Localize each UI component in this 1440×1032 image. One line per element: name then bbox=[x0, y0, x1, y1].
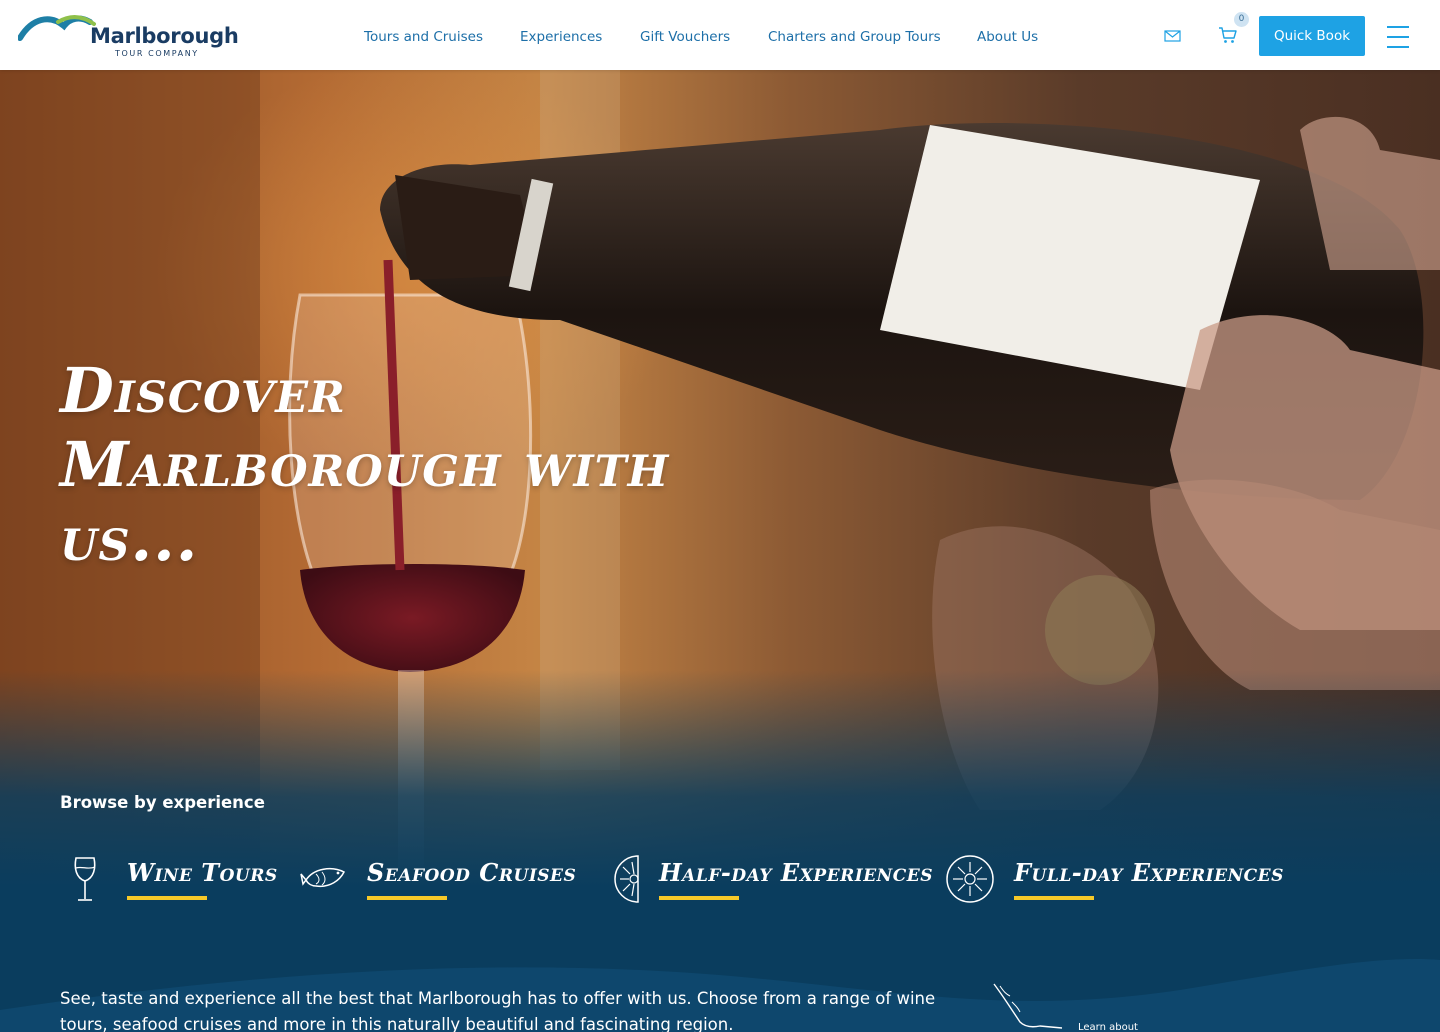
hero-title-line-1: Discover bbox=[60, 354, 346, 427]
fish-icon bbox=[300, 862, 348, 898]
half-sun-icon bbox=[612, 854, 642, 908]
experience-underline bbox=[367, 896, 447, 900]
hero-section: Discover Marlborough with us... Browse b… bbox=[0, 70, 1440, 1032]
quick-book-button[interactable]: Quick Book bbox=[1259, 16, 1365, 56]
experience-underline bbox=[659, 896, 739, 900]
nav-about-us[interactable]: About Us bbox=[977, 29, 1038, 45]
experience-label: Half-day Experiences bbox=[659, 858, 933, 887]
experience-label: Full-day Experiences bbox=[1014, 858, 1284, 887]
nz-map-icon[interactable] bbox=[990, 982, 1070, 1032]
experience-full-day[interactable]: Full-day Experiences bbox=[946, 854, 1283, 918]
nav-tours-and-cruises[interactable]: Tours and Cruises bbox=[364, 29, 483, 45]
experience-label: Wine Tours bbox=[127, 858, 278, 887]
hero-title-line-3: us... bbox=[60, 502, 199, 575]
experience-underline bbox=[1014, 896, 1094, 900]
full-sun-icon bbox=[946, 854, 994, 908]
site-header: Marlborough TOUR COMPANY Tours and Cruis… bbox=[0, 0, 1440, 70]
hero-title-line-2: Marlborough with bbox=[60, 428, 670, 501]
brand-logo[interactable]: Marlborough TOUR COMPANY bbox=[18, 12, 239, 62]
learn-about-link[interactable]: Learn about bbox=[1078, 1022, 1138, 1032]
hero-title: Discover Marlborough with us... bbox=[60, 354, 780, 576]
experience-half-day[interactable]: Half-day Experiences bbox=[612, 854, 933, 918]
mail-icon[interactable] bbox=[1164, 28, 1182, 47]
browse-by-experience-label: Browse by experience bbox=[60, 793, 265, 812]
experience-underline bbox=[127, 896, 207, 900]
cart-count-badge: 0 bbox=[1234, 12, 1249, 27]
hamburger-menu-icon[interactable] bbox=[1387, 25, 1409, 49]
nav-charters-and-group-tours[interactable]: Charters and Group Tours bbox=[768, 29, 941, 45]
experience-label: Seafood Cruises bbox=[367, 858, 577, 887]
brand-tagline: TOUR COMPANY bbox=[115, 49, 199, 58]
nav-gift-vouchers[interactable]: Gift Vouchers bbox=[640, 29, 730, 45]
intro-paragraph: See, taste and experience all the best t… bbox=[60, 989, 936, 1032]
experience-wine-tours[interactable]: Wine Tours bbox=[70, 854, 277, 918]
cart-icon[interactable] bbox=[1218, 26, 1238, 48]
experience-seafood-cruises[interactable]: Seafood Cruises bbox=[300, 854, 576, 918]
nav-experiences[interactable]: Experiences bbox=[520, 29, 602, 45]
wine-glass-icon bbox=[70, 854, 102, 910]
brand-name: Marlborough bbox=[90, 24, 239, 48]
